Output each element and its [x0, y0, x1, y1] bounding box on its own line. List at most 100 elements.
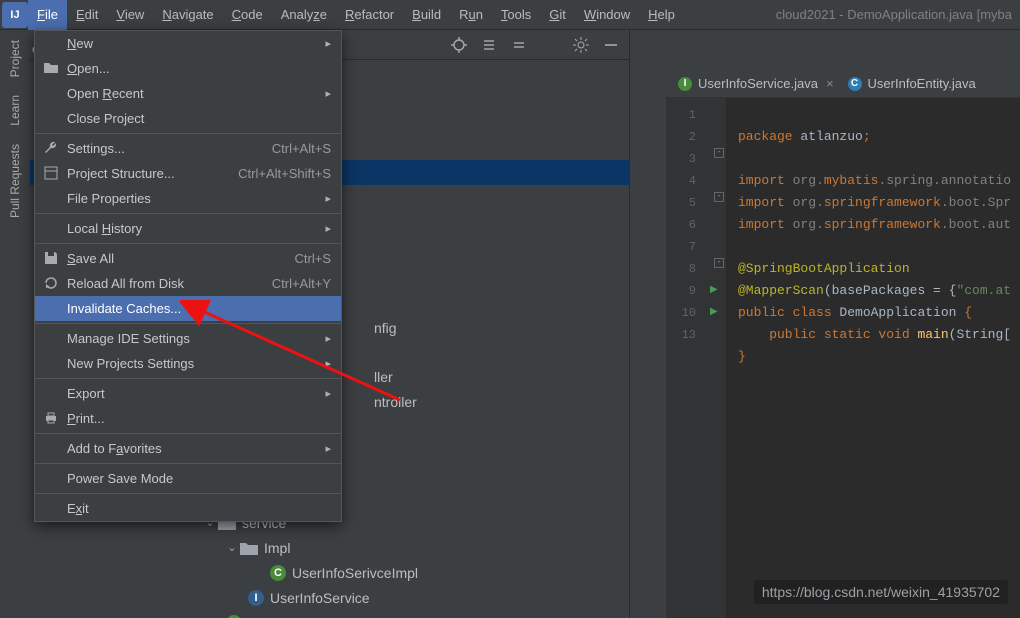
line-number: 9 [666, 280, 696, 302]
collapse-all-icon[interactable] [511, 37, 527, 53]
left-tool-rail: Project Learn Pull Requests [0, 30, 30, 618]
menu-local-history[interactable]: Local History▸ [35, 216, 341, 241]
menu-open[interactable]: Open... [35, 56, 341, 81]
gear-icon[interactable] [573, 37, 589, 53]
menu-save-all[interactable]: Save AllCtrl+S [35, 246, 341, 271]
menu-separator [35, 463, 341, 464]
menu-separator [35, 243, 341, 244]
submenu-arrow-icon: ▸ [325, 357, 331, 370]
submenu-arrow-icon: ▸ [325, 222, 331, 235]
line-number: 7 [666, 236, 696, 258]
fold-icon[interactable]: - [714, 192, 724, 202]
tab-userinfoservice[interactable]: I UserInfoService.java × [678, 76, 834, 91]
menu-separator [35, 133, 341, 134]
menu-invalidate-caches[interactable]: Invalidate Caches... [35, 296, 341, 321]
shortcut-label: Ctrl+S [295, 251, 331, 266]
watermark: https://blog.csdn.net/weixin_41935702 [754, 580, 1008, 604]
submenu-arrow-icon: ▸ [325, 87, 331, 100]
locate-icon[interactable] [451, 37, 467, 53]
line-number: 3 [666, 148, 696, 170]
fold-icon[interactable]: - [714, 148, 724, 158]
interface-icon: I [678, 77, 692, 91]
menu-code[interactable]: Code [223, 0, 272, 30]
submenu-arrow-icon: ▸ [325, 442, 331, 455]
submenu-arrow-icon: ▸ [325, 192, 331, 205]
run-gutter-icon[interactable]: ▶ [710, 302, 718, 324]
shortcut-label: Ctrl+Alt+Y [272, 276, 331, 291]
menu-analyze[interactable]: Analyze [272, 0, 336, 30]
menu-open-recent[interactable]: Open Recent▸ [35, 81, 341, 106]
submenu-arrow-icon: ▸ [325, 387, 331, 400]
menu-file-properties[interactable]: File Properties▸ [35, 186, 341, 211]
menu-close-project[interactable]: Close Project [35, 106, 341, 131]
menu-view[interactable]: View [107, 0, 153, 30]
menu-navigate[interactable]: Navigate [153, 0, 222, 30]
menu-separator [35, 493, 341, 494]
hide-icon[interactable] [603, 37, 619, 53]
tree-node-impl[interactable]: Impl [30, 535, 629, 560]
editor-tabs: I UserInfoService.java × C UserInfoEntit… [666, 70, 1020, 98]
menu-add-to-favorites[interactable]: Add to Favorites▸ [35, 436, 341, 461]
menu-separator [35, 433, 341, 434]
run-gutter-icon[interactable]: ▶ [710, 280, 718, 302]
peek-controller2: ntroller [374, 394, 417, 410]
menu-project-structure[interactable]: Project Structure...Ctrl+Alt+Shift+S [35, 161, 341, 186]
shortcut-label: Ctrl+Alt+Shift+S [238, 166, 331, 181]
menu-edit[interactable]: Edit [67, 0, 107, 30]
menu-print[interactable]: Print... [35, 406, 341, 431]
menu-separator [35, 323, 341, 324]
project-structure-icon [43, 165, 59, 181]
menu-export[interactable]: Export▸ [35, 381, 341, 406]
tree-node-demoapp[interactable]: C DemoApplication [30, 610, 629, 618]
wrench-icon [43, 140, 59, 156]
menu-power-save[interactable]: Power Save Mode [35, 466, 341, 491]
menu-refactor[interactable]: Refactor [336, 0, 403, 30]
menu-window[interactable]: Window [575, 0, 639, 30]
rail-pull-requests[interactable]: Pull Requests [8, 144, 22, 218]
chevron-down-icon[interactable] [224, 541, 240, 554]
submenu-arrow-icon: ▸ [325, 37, 331, 50]
shortcut-label: Ctrl+Alt+S [272, 141, 331, 156]
line-number: 8 [666, 258, 696, 280]
menubar: IJ File Edit View Navigate Code Analyze … [0, 0, 1020, 30]
menu-separator [35, 378, 341, 379]
line-number: 5 [666, 192, 696, 214]
rail-learn[interactable]: Learn [8, 95, 22, 126]
tree-node-interface[interactable]: I UserInfoService [30, 585, 629, 610]
rail-project[interactable]: Project [8, 40, 22, 77]
menu-new[interactable]: New▸ [35, 31, 341, 56]
menu-manage-ide-settings[interactable]: Manage IDE Settings▸ [35, 326, 341, 351]
menu-help[interactable]: Help [639, 0, 684, 30]
menu-build[interactable]: Build [403, 0, 450, 30]
menu-run[interactable]: Run [450, 0, 492, 30]
menu-settings[interactable]: Settings...Ctrl+Alt+S [35, 136, 341, 161]
menu-reload-from-disk[interactable]: Reload All from DiskCtrl+Alt+Y [35, 271, 341, 296]
line-number: 6 [666, 214, 696, 236]
menu-exit[interactable]: Exit [35, 496, 341, 521]
menu-tools[interactable]: Tools [492, 0, 540, 30]
peek-controller1: ller [374, 369, 393, 385]
app-icon: IJ [2, 2, 28, 28]
peek-config: nfig [374, 320, 397, 336]
menu-git[interactable]: Git [540, 0, 575, 30]
class-icon: C [270, 565, 286, 581]
menu-file[interactable]: File [28, 0, 67, 30]
editor-gutter[interactable]: 1 2 3 4 5 6 7 8 9 10 13 - - - ▶ ▶ [666, 98, 726, 618]
tab-userinfoentity[interactable]: C UserInfoEntity.java [848, 76, 976, 91]
line-number: 2 [666, 126, 696, 148]
class-icon: C [226, 615, 242, 618]
interface-icon: I [248, 590, 264, 606]
expand-all-icon[interactable] [481, 37, 497, 53]
menu-separator [35, 213, 341, 214]
submenu-arrow-icon: ▸ [325, 332, 331, 345]
tree-node-impl-class[interactable]: C UserInfoSerivceImpl [30, 560, 629, 585]
fold-icon[interactable]: - [714, 258, 724, 268]
line-number: 1 [666, 104, 696, 126]
code-area[interactable]: package atlanzuo; import org.mybatis.spr… [738, 98, 1020, 618]
close-icon[interactable]: × [826, 76, 834, 91]
reload-icon [43, 275, 59, 291]
menu-new-projects-settings[interactable]: New Projects Settings▸ [35, 351, 341, 376]
line-number: 4 [666, 170, 696, 192]
code-editor[interactable]: 1 2 3 4 5 6 7 8 9 10 13 - - - ▶ ▶ packag… [666, 98, 1020, 618]
print-icon [43, 410, 59, 426]
